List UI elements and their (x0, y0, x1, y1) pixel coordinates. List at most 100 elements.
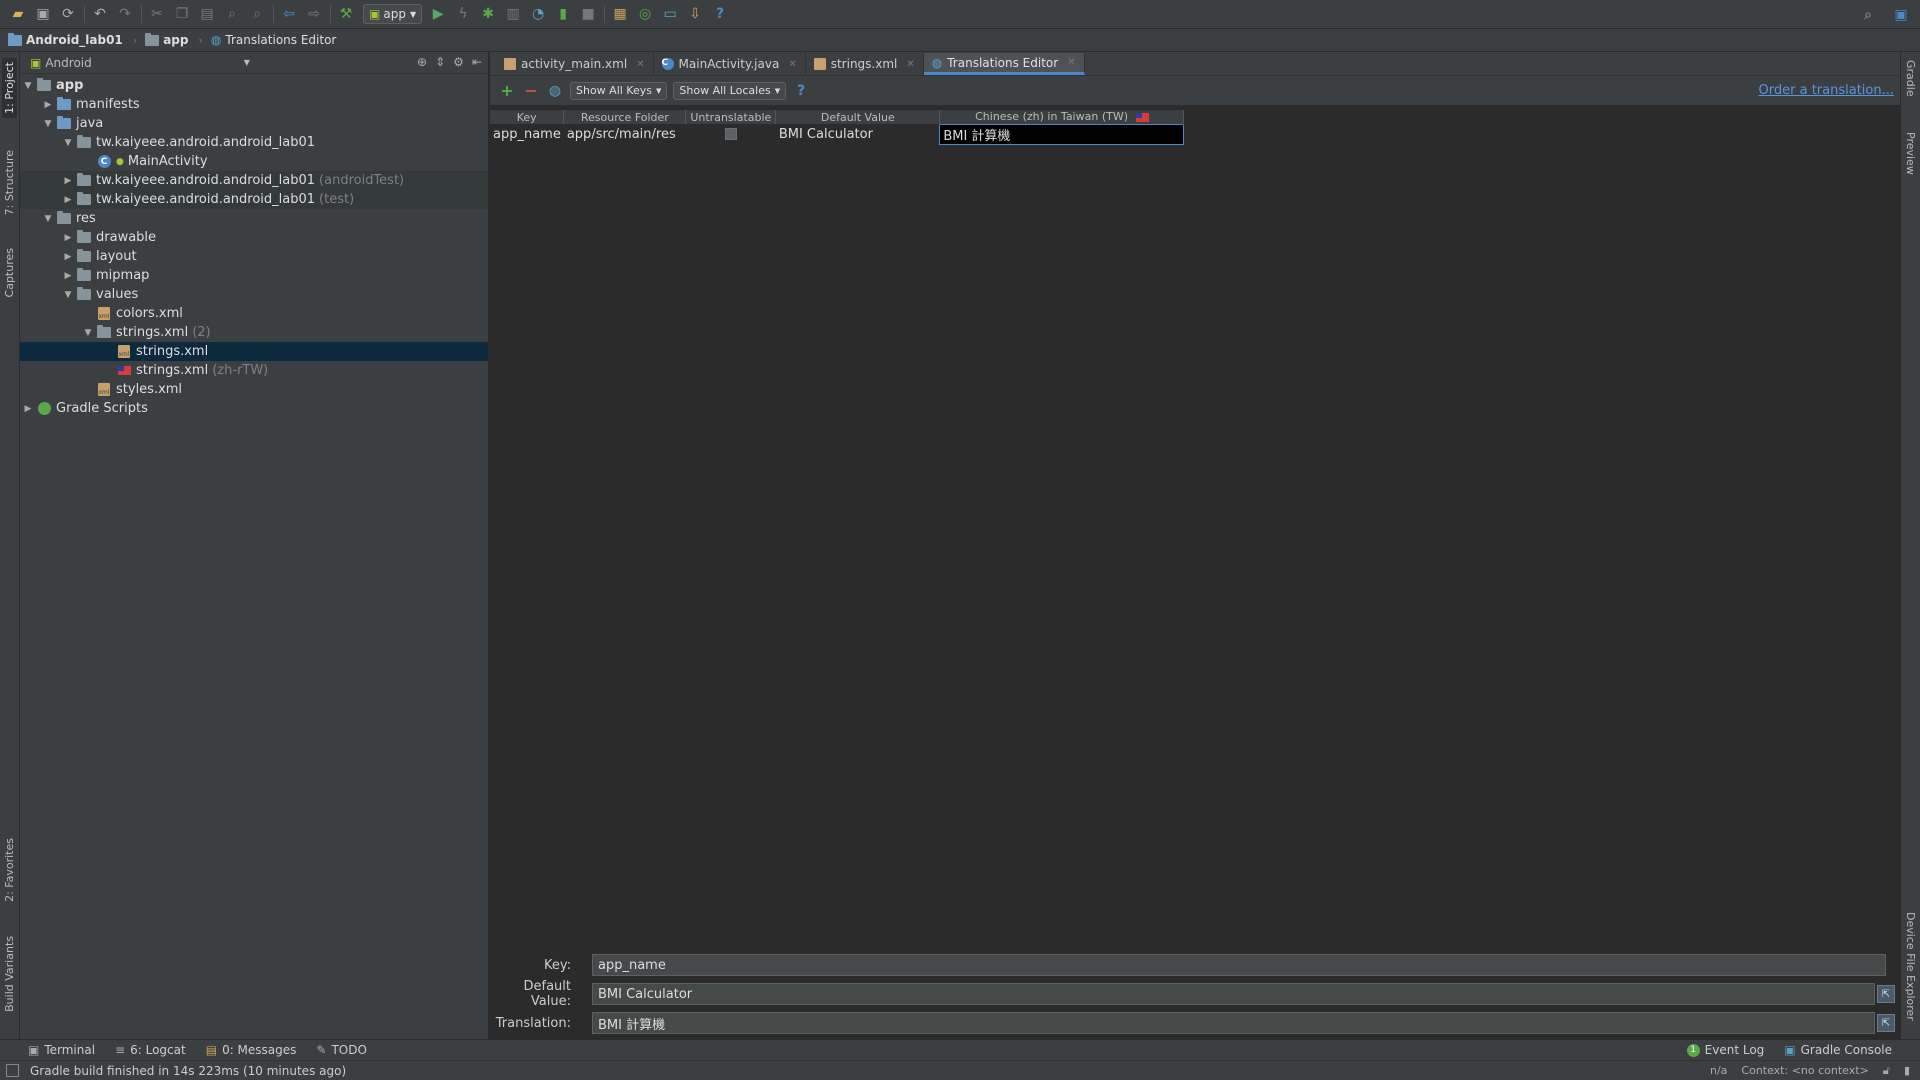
copy-icon[interactable]: ❐ (170, 2, 194, 26)
collapse-all-icon[interactable]: ⇕ (435, 55, 445, 69)
hide-panel-icon[interactable]: ⇤ (472, 55, 482, 69)
column-header-untranslatable[interactable]: Untranslatable (685, 110, 777, 124)
breadcrumb-editor[interactable]: ◍ Translations Editor (211, 33, 336, 47)
column-header-default-value[interactable]: Default Value (775, 110, 941, 124)
column-header-key[interactable]: Key (490, 110, 565, 124)
collapsed-arrow-icon[interactable]: ▶ (60, 195, 76, 205)
settings-gear-icon[interactable]: ⚙ (453, 55, 464, 69)
apply-changes-icon[interactable]: ϟ (451, 2, 475, 26)
paste-icon[interactable]: ▤ (195, 2, 219, 26)
sdk-manager-icon[interactable]: ⇩ (683, 2, 707, 26)
memory-indicator-icon[interactable]: ▮ (1904, 1064, 1910, 1078)
tree-item-app[interactable]: ▼ app (20, 76, 488, 95)
tree-item-strings-xml[interactable]: xml strings.xml (20, 342, 488, 361)
expanded-arrow-icon[interactable]: ▼ (60, 138, 76, 148)
expanded-arrow-icon[interactable]: ▼ (80, 328, 96, 338)
cut-icon[interactable]: ✂ (145, 2, 169, 26)
lock-icon[interactable]: 🔓︎ (1883, 1064, 1890, 1078)
tab-mainactivity-java[interactable]: C MainActivity.java ✕ (654, 53, 806, 75)
collapsed-arrow-icon[interactable]: ▶ (60, 176, 76, 186)
default-value-field[interactable]: BMI Calculator (592, 983, 1875, 1005)
replace-icon[interactable]: ⌕ (245, 2, 269, 26)
show-locales-dropdown[interactable]: Show All Locales ▼ (673, 81, 787, 100)
help-icon[interactable]: ? (792, 82, 810, 100)
expanded-arrow-icon[interactable]: ▼ (40, 119, 56, 129)
expand-editor-icon[interactable]: ⇱ (1877, 1014, 1895, 1032)
back-icon[interactable]: ⇦ (277, 2, 301, 26)
forward-icon[interactable]: ⇨ (302, 2, 326, 26)
cell-default-value[interactable]: BMI Calculator (776, 124, 940, 144)
expand-editor-icon[interactable]: ⇱ (1877, 985, 1895, 1003)
tree-item-java[interactable]: ▼ java (20, 114, 488, 133)
preview-tool-tab[interactable]: Preview (1904, 132, 1917, 175)
undo-icon[interactable]: ↶ (88, 2, 112, 26)
attach-debugger-icon[interactable]: ▮ (551, 2, 575, 26)
gradle-tool-tab[interactable]: Gradle (1904, 60, 1917, 97)
tab-activity-main-xml[interactable]: activity_main.xml ✕ (496, 53, 654, 75)
captures-tool-tab[interactable]: Captures (2, 244, 17, 301)
tree-item-package-androidtest[interactable]: ▶ tw.kaiyeee.android.android_lab01 (androi… (20, 171, 488, 190)
order-translation-link[interactable]: Order a translation... (1759, 83, 1894, 98)
close-icon[interactable]: ✕ (1067, 57, 1075, 68)
collapsed-arrow-icon[interactable]: ▶ (60, 233, 76, 243)
build-variants-tool-tab[interactable]: Build Variants (2, 932, 17, 1016)
redo-icon[interactable]: ↷ (113, 2, 137, 26)
tree-item-gradle-scripts[interactable]: ▶ Gradle Scripts (20, 399, 488, 418)
tree-item-manifests[interactable]: ▶ manifests (20, 95, 488, 114)
avd-manager-icon[interactable]: ▭ (658, 2, 682, 26)
close-icon[interactable]: ✕ (788, 59, 796, 70)
debug-icon[interactable]: ✱ (476, 2, 500, 26)
make-project-icon[interactable]: ⚒ (334, 2, 358, 26)
expanded-arrow-icon[interactable]: ▼ (20, 81, 36, 91)
context-indicator[interactable]: Context: <no context> (1741, 1064, 1868, 1078)
cell-resource-folder[interactable]: app/src/main/res (564, 124, 686, 144)
tree-item-mainactivity[interactable]: C ● MainActivity (20, 152, 488, 171)
expanded-arrow-icon[interactable]: ▼ (40, 214, 56, 224)
run-config-dropdown[interactable]: ▣ app ▼ (363, 4, 423, 24)
close-icon[interactable]: ✕ (636, 59, 644, 70)
gradle-console-button[interactable]: ▣ Gradle Console (1784, 1043, 1892, 1057)
collapsed-arrow-icon[interactable]: ▶ (60, 252, 76, 262)
collapsed-arrow-icon[interactable]: ▶ (40, 100, 56, 110)
tree-item-drawable[interactable]: ▶ drawable (20, 228, 488, 247)
collapsed-arrow-icon[interactable]: ▶ (60, 271, 76, 281)
open-folder-icon[interactable]: ▰ (6, 2, 30, 26)
translation-field[interactable]: BMI 計算機 (592, 1012, 1875, 1034)
structure-tool-tab[interactable]: 7: Structure (2, 146, 17, 219)
untranslatable-checkbox[interactable] (724, 128, 737, 140)
find-icon[interactable]: ⌕ (220, 2, 244, 26)
show-keys-dropdown[interactable]: Show All Keys ▼ (570, 81, 668, 100)
tree-item-package-test[interactable]: ▶ tw.kaiyeee.android.android_lab01 (test) (20, 190, 488, 209)
cell-key[interactable]: app_name (490, 124, 564, 144)
tree-item-styles-xml[interactable]: xml styles.xml (20, 380, 488, 399)
coverage-icon[interactable]: ▥ (501, 2, 525, 26)
gradle-sync-icon[interactable]: ◎ (633, 2, 657, 26)
logcat-button[interactable]: ≡ 6: Logcat (115, 1043, 186, 1057)
user-icon[interactable]: ▣ (1889, 3, 1913, 27)
run-icon[interactable]: ▶ (426, 2, 450, 26)
collapsed-arrow-icon[interactable]: ▶ (20, 404, 36, 414)
help-icon[interactable]: ? (708, 2, 732, 26)
add-locale-globe-icon[interactable]: ◍ (546, 82, 564, 100)
project-tool-tab[interactable]: 1: Project (2, 58, 17, 118)
add-key-icon[interactable]: + (498, 81, 516, 100)
todo-button[interactable]: ✎ TODO (316, 1043, 367, 1057)
terminal-button[interactable]: ▣ Terminal (28, 1043, 95, 1057)
column-header-translation[interactable]: Chinese (zh) in Taiwan (TW) (939, 110, 1185, 124)
tree-item-res[interactable]: ▼ res (20, 209, 488, 228)
column-header-resource-folder[interactable]: Resource Folder (563, 110, 687, 124)
status-message[interactable]: Gradle build finished in 14s 223ms (10 m… (30, 1064, 346, 1078)
tree-item-strings-group[interactable]: ▼ strings.xml (2) (20, 323, 488, 342)
scroll-from-source-icon[interactable]: ⊕ (417, 55, 427, 69)
cursor-position[interactable]: n/a (1710, 1064, 1727, 1078)
project-view-selector[interactable]: ▣ Android ▼ ⊕ ⇕ ⚙ ⇤ (20, 52, 488, 74)
tree-item-mipmap[interactable]: ▶ mipmap (20, 266, 488, 285)
status-toggle-icon[interactable] (6, 1064, 19, 1077)
event-log-button[interactable]: 1 Event Log (1686, 1043, 1764, 1057)
tree-item-values[interactable]: ▼ values (20, 285, 488, 304)
close-icon[interactable]: ✕ (906, 59, 914, 70)
tree-item-strings-xml-zh-rtw[interactable]: strings.xml (zh-rTW) (20, 361, 488, 380)
sync-icon[interactable]: ⟳ (56, 2, 80, 26)
project-structure-icon[interactable]: ▦ (608, 2, 632, 26)
cell-translation-editing[interactable]: BMI 計算機 (939, 123, 1185, 145)
